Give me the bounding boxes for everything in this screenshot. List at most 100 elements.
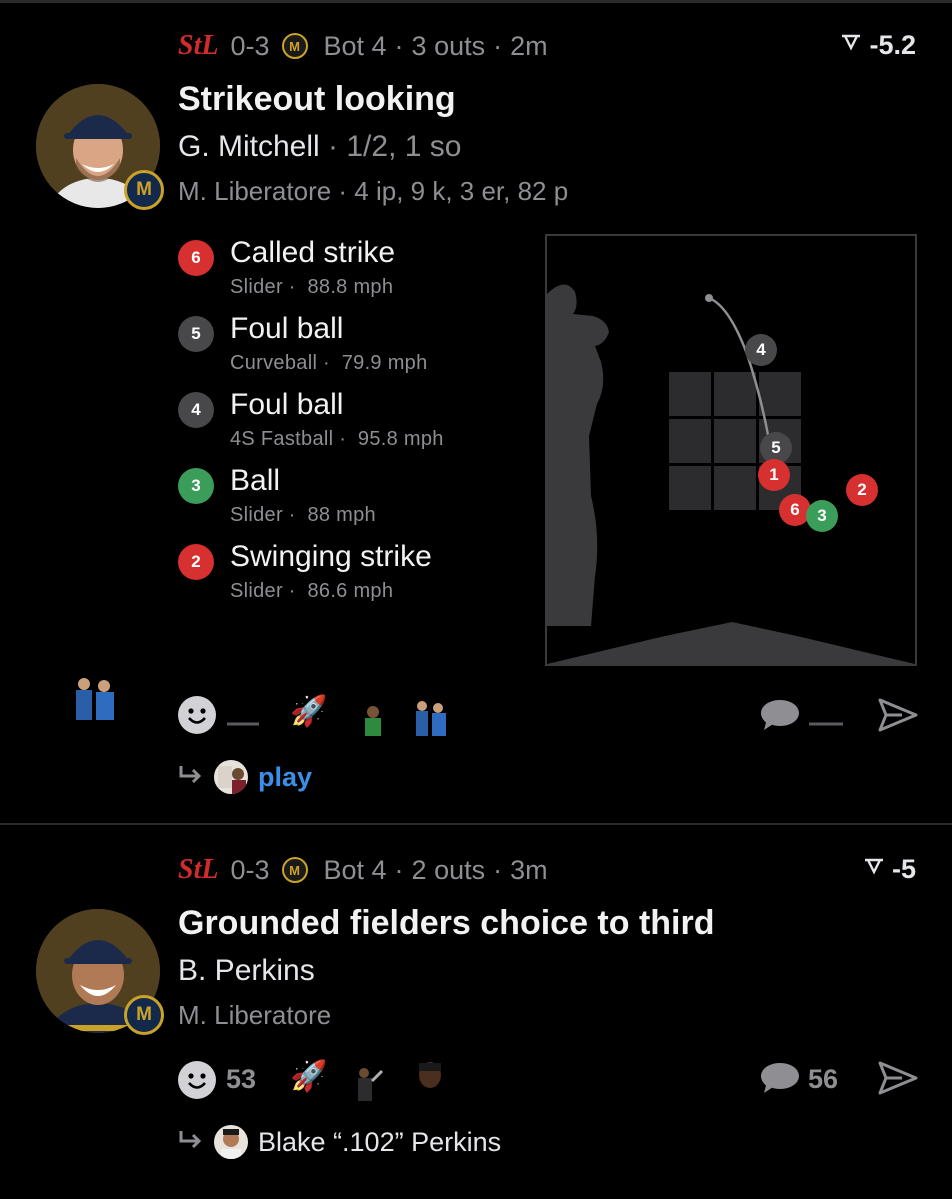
pitch-result: Ball (230, 464, 281, 497)
reply-title[interactable]: Blake “.102” Perkins (258, 1127, 501, 1158)
post-actions: 53 🚀 56 (0, 1055, 952, 1105)
share-icon[interactable] (878, 698, 918, 732)
pitch-speed: 79.9 mph (341, 352, 428, 374)
inning: Bot 4 (323, 854, 387, 885)
separator: · (328, 130, 347, 163)
reaction-count: 53 (226, 1064, 257, 1094)
sticker-reaction[interactable] (410, 696, 450, 736)
smile-icon[interactable] (178, 696, 216, 734)
pitch-number: 2 (178, 544, 214, 580)
pitch-item: 6 Called strike Slider · 88.8 mph (178, 236, 518, 306)
rocket-icon[interactable]: 🚀 (290, 694, 327, 729)
pitch-marker[interactable]: 1 (758, 459, 790, 491)
pitch-detail: Slider · 88.8 mph (230, 276, 394, 298)
pitch-item: 4 Foul ball 4S Fastball · 95.8 mph (178, 388, 518, 458)
game-meta: StL 0-3 M Bot 4 · 2 outs · 3m (178, 854, 548, 886)
pitch-number: 5 (178, 316, 214, 352)
pitch-number: 3 (178, 468, 214, 504)
separator: · (394, 30, 404, 61)
pitch-type: Slider (230, 276, 283, 298)
pitch-marker[interactable]: 2 (846, 474, 878, 506)
win-probability-value: -5.2 (869, 30, 916, 60)
pitch-type: Slider (230, 580, 283, 602)
separator: · (394, 854, 404, 885)
team-badge-icon: M (124, 170, 164, 210)
pitch-detail: Curveball · 79.9 mph (230, 352, 428, 374)
pitch-detail: 4S Fastball · 95.8 mph (230, 428, 444, 450)
pitch-marker[interactable]: 3 (806, 500, 838, 532)
batter-line[interactable]: B. Perkins (178, 954, 315, 988)
pitch-type: 4S Fastball (230, 428, 334, 450)
pitch-number: 4 (178, 392, 214, 428)
play-headline: Grounded fielders choice to third (178, 904, 715, 942)
strike-zone-chart[interactable]: 4 5 1 2 6 3 (545, 234, 917, 666)
reply-arrow-icon (178, 762, 204, 793)
pitch-result: Foul ball (230, 388, 344, 421)
pitch-marker[interactable]: 4 (745, 334, 777, 366)
game-meta: StL 0-3 M Bot 4 · 3 outs · 2m (178, 30, 548, 62)
post-time: 2m (510, 30, 548, 61)
share-icon[interactable] (878, 1061, 918, 1095)
separator: · (493, 30, 503, 61)
batter-name[interactable]: B. Perkins (178, 954, 315, 987)
reply-context[interactable]: play (178, 760, 312, 794)
pitch-item: 2 Swinging strike Slider · 86.6 mph (178, 540, 518, 610)
inning: Bot 4 (323, 30, 387, 61)
pitcher-line[interactable]: M. Liberatore · 4 ip, 9 k, 3 er, 82 p (178, 176, 568, 207)
sticker-reaction[interactable] (410, 1059, 450, 1099)
separator: · (493, 854, 503, 885)
pitch-speed: 86.6 mph (307, 580, 394, 602)
cardinals-logo-icon: StL (178, 854, 219, 885)
smile-icon[interactable] (178, 1061, 216, 1099)
pitch-item: 5 Foul ball Curveball · 79.9 mph (178, 312, 518, 382)
comment-icon[interactable] (760, 1061, 800, 1095)
feed-post[interactable]: StL 0-3 M Bot 4 · 2 outs · 3m -5 M Groun… (0, 825, 952, 1199)
team-badge-icon: M (124, 995, 164, 1035)
reply-arrow-icon (178, 1127, 204, 1158)
comment-icon[interactable] (760, 698, 800, 732)
reply-link[interactable]: play (258, 762, 312, 793)
brewers-logo-icon: M (281, 33, 308, 59)
play-headline: Strikeout looking (178, 80, 456, 118)
sticker-reaction[interactable] (350, 1063, 386, 1101)
reply-avatar[interactable] (214, 760, 248, 794)
pitch-result: Foul ball (230, 312, 344, 345)
batter-name[interactable]: G. Mitchell (178, 130, 320, 163)
win-probability: -5 (864, 854, 916, 885)
reply-context[interactable]: Blake “.102” Perkins (178, 1125, 501, 1159)
post-time: 3m (510, 854, 548, 885)
outs: 2 outs (411, 854, 486, 885)
pitch-detail: Slider · 88 mph (230, 504, 376, 526)
batter-stats: 1/2, 1 so (346, 130, 462, 163)
comment-count: 56 (808, 1064, 839, 1094)
pitch-speed: 88 mph (307, 504, 376, 526)
score: 0-3 (230, 30, 270, 61)
pitch-speed: 88.8 mph (307, 276, 394, 298)
pitch-type: Curveball (230, 352, 318, 374)
reaction-count-redacted (226, 704, 260, 726)
feed-post[interactable]: StL 0-3 M Bot 4 · 3 outs · 2m -5.2 M Str… (0, 0, 952, 823)
win-probability-icon (864, 858, 884, 882)
strike-zone-graphic (547, 284, 915, 664)
sticker-reaction[interactable] (356, 702, 390, 736)
brewers-logo-icon: M (281, 857, 308, 883)
batter-line[interactable]: G. Mitchell · 1/2, 1 so (178, 130, 461, 164)
reply-avatar[interactable] (214, 1125, 248, 1159)
post-actions: 🚀 (0, 690, 952, 740)
pitch-speed: 95.8 mph (357, 428, 444, 450)
pitch-item: 3 Ball Slider · 88 mph (178, 464, 518, 534)
rocket-icon[interactable]: 🚀 (290, 1059, 327, 1094)
cardinals-logo-icon: StL (178, 30, 219, 61)
comment-count-redacted (808, 704, 844, 726)
pitcher-line[interactable]: M. Liberatore (178, 1000, 331, 1031)
pitch-detail: Slider · 86.6 mph (230, 580, 394, 602)
pitch-result: Called strike (230, 236, 396, 269)
pitch-number: 6 (178, 240, 214, 276)
score: 0-3 (230, 854, 270, 885)
win-probability: -5.2 (841, 30, 916, 61)
pitch-result: Swinging strike (230, 540, 432, 573)
win-probability-value: -5 (891, 854, 916, 884)
outs: 3 outs (411, 30, 486, 61)
win-probability-icon (841, 34, 861, 58)
pitch-type: Slider (230, 504, 283, 526)
